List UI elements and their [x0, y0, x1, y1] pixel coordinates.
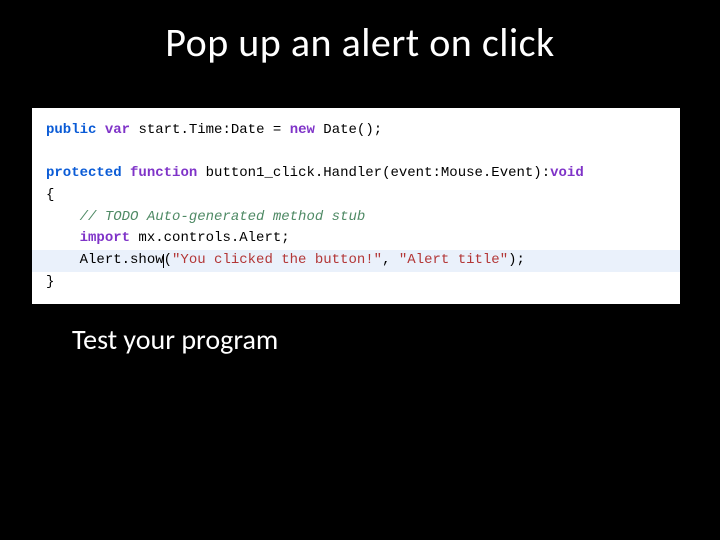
- keyword-void: void: [550, 165, 584, 181]
- indent: [46, 252, 80, 268]
- code-line-1: public var start.Time:Date = new Date();: [46, 120, 666, 142]
- brace-open: {: [46, 185, 666, 207]
- keyword-new: new: [290, 122, 315, 138]
- code-blank: [46, 142, 666, 164]
- slide-title: Pop up an alert on click: [0, 18, 720, 67]
- keyword-var: var: [105, 122, 130, 138]
- code-line-2: protected function button1_click.Handler…: [46, 163, 666, 185]
- comment: // TODO Auto-generated method stub: [80, 209, 366, 225]
- slide: Pop up an alert on click public var star…: [0, 0, 720, 540]
- brace-close: }: [46, 272, 666, 294]
- string-literal-1: "You clicked the button!": [172, 252, 382, 268]
- code-text: start.Time:Date =: [130, 122, 290, 138]
- indent: [46, 230, 80, 246]
- code-line-5-highlighted: Alert.show("You clicked the button!", "A…: [32, 250, 680, 272]
- code-text: );: [508, 252, 525, 268]
- indent: [46, 209, 80, 225]
- keyword-function: function: [130, 165, 197, 181]
- caption: Test your program: [72, 322, 278, 357]
- string-literal-2: "Alert title": [399, 252, 508, 268]
- paren: (: [164, 252, 172, 268]
- keyword-import: import: [80, 230, 130, 246]
- code-text: Date();: [315, 122, 382, 138]
- code-line-4: import mx.controls.Alert;: [46, 228, 666, 250]
- keyword-protected: protected: [46, 165, 122, 181]
- code-text: button1_click.Handler(event:Mouse.Event)…: [197, 165, 550, 181]
- comma: ,: [382, 252, 399, 268]
- code-line-3: // TODO Auto-generated method stub: [46, 207, 666, 229]
- code-text: mx.controls.Alert;: [130, 230, 290, 246]
- keyword-public: public: [46, 122, 96, 138]
- code-block: public var start.Time:Date = new Date();…: [32, 108, 680, 304]
- code-text: Alert.show: [80, 252, 164, 268]
